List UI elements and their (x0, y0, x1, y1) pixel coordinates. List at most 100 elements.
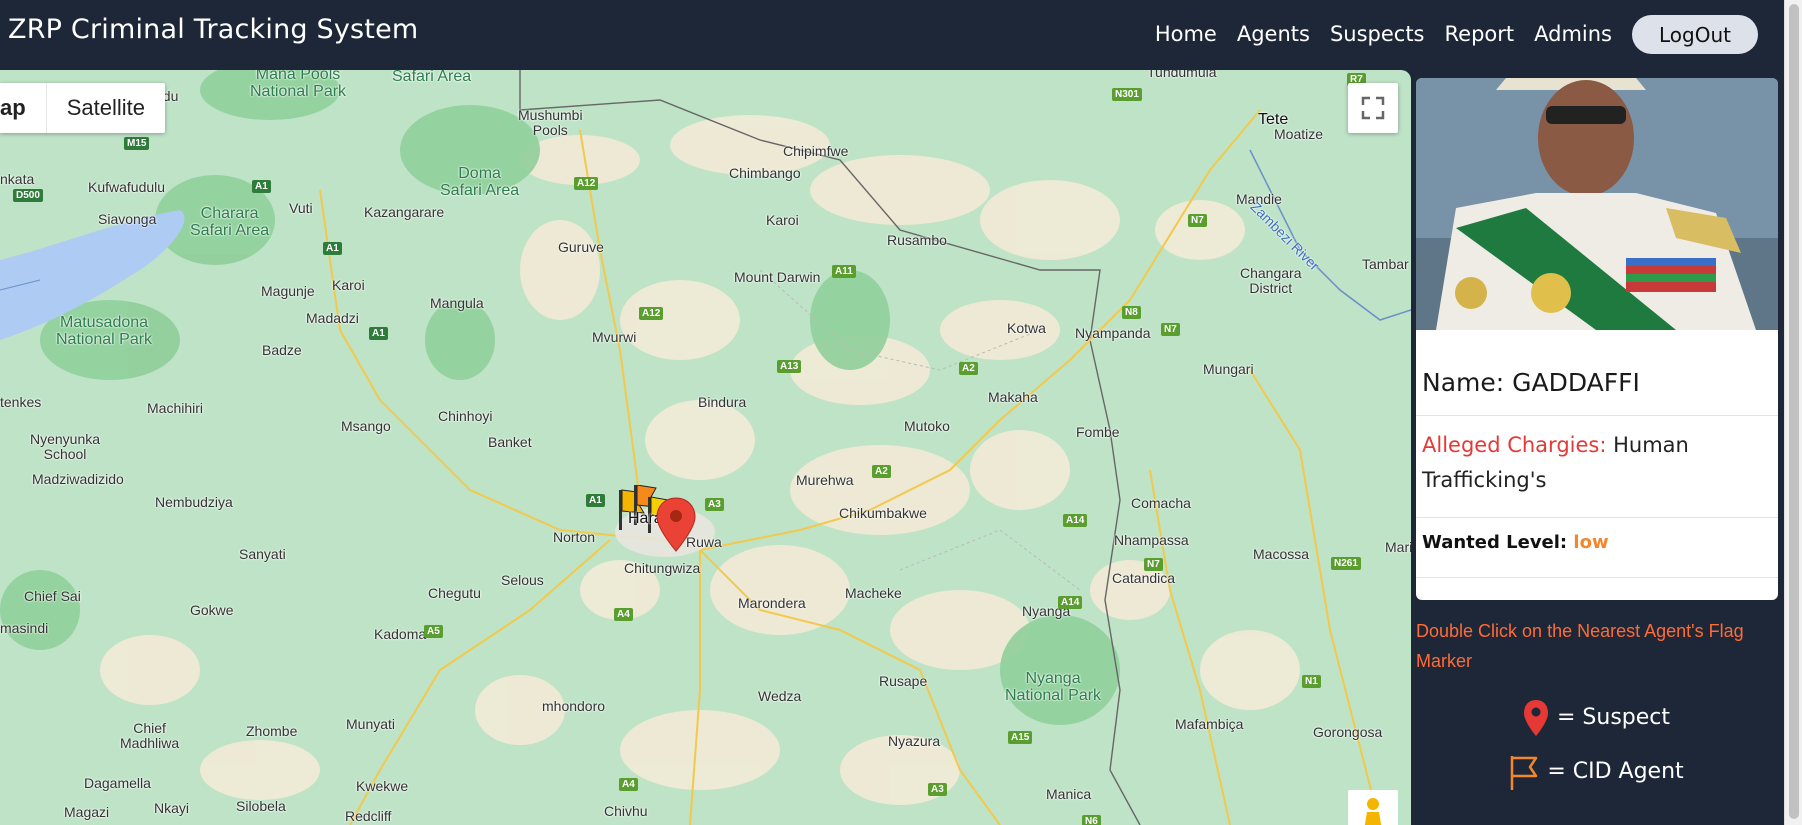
scrollbar-thumb[interactable] (1789, 4, 1799, 819)
map-label: Marondera (738, 595, 806, 611)
map-label: Chitungwiza (624, 560, 701, 576)
suspect-card: Name: GADDAFFI Alleged Chargies: Human T… (1416, 78, 1778, 600)
map-label: Macossa (1253, 546, 1310, 562)
route-shield: N261 (1331, 557, 1361, 570)
map-label: Nyanga National Park (1005, 670, 1102, 704)
map-label: Silobela (236, 798, 286, 814)
suspect-marker[interactable] (654, 496, 698, 556)
route-shield: A15 (1008, 731, 1033, 744)
route-shield: A3 (705, 498, 724, 511)
route-shield: A5 (424, 625, 443, 638)
logout-button[interactable]: LogOut (1632, 15, 1758, 54)
map-label: Munyati (346, 716, 396, 732)
wanted-level-row: Wanted Level: low (1416, 518, 1778, 578)
map-label: Kotwa (1007, 320, 1046, 336)
map[interactable]: Mana Pools National Park Safari Area Tun… (0, 70, 1411, 825)
map-label: Wedza (758, 688, 802, 704)
map-label: nkata (0, 171, 35, 187)
route-shield: A3 (928, 783, 947, 796)
page-scrollbar[interactable] (1784, 0, 1802, 825)
street-view-pegman[interactable] (1348, 790, 1398, 825)
map-label: Nembudziya (155, 494, 233, 510)
route-shield: A2 (959, 362, 978, 375)
map-label: Chipimfwe (783, 143, 849, 159)
nav-link-admins[interactable]: Admins (1534, 22, 1612, 46)
map-label: Vuti (289, 200, 313, 216)
suspect-details: Name: GADDAFFI Alleged Chargies: Human T… (1416, 330, 1778, 578)
legend-agent-label: = CID Agent (1547, 759, 1684, 784)
map-label: Changara District (1240, 265, 1302, 296)
map-label: Tambar (1362, 256, 1409, 272)
fullscreen-button[interactable] (1348, 83, 1398, 133)
route-shield: D500 (13, 189, 43, 202)
nav-link-suspects[interactable]: Suspects (1330, 22, 1425, 46)
pegman-icon (1364, 798, 1382, 825)
map-label: Machihiri (147, 400, 204, 416)
nav-link-report[interactable]: Report (1445, 22, 1515, 46)
map-label: Kadoma (374, 626, 427, 642)
route-shield: A2 (872, 465, 891, 478)
map-label: Nyenyunka School (30, 431, 101, 462)
suspect-name-row: Name: GADDAFFI (1416, 330, 1778, 416)
map-label: Makaha (988, 389, 1038, 405)
route-shield: A4 (619, 778, 638, 791)
fullscreen-icon (1361, 96, 1385, 120)
wanted-label: Wanted Level: (1422, 532, 1568, 553)
map-label: Chinhoyi (438, 408, 493, 424)
map-label: Chief Sai (24, 588, 81, 604)
map-label: Matusadona National Park (56, 314, 153, 348)
map-label: Kazangarare (364, 204, 445, 220)
map-label: Chikumbakwe (839, 505, 927, 521)
route-shield: A4 (614, 608, 633, 621)
route-shield: A1 (323, 242, 342, 255)
map-label: Mangula (430, 295, 484, 311)
map-label: Gokwe (190, 602, 234, 618)
nav-link-agents[interactable]: Agents (1237, 22, 1310, 46)
map-label: Chivhu (604, 803, 648, 819)
route-shield: N7 (1144, 558, 1163, 571)
map-label: Mushumbi Pools (518, 107, 583, 138)
map-type-satellite[interactable]: Satellite (47, 83, 165, 133)
map-label: masindi (0, 620, 49, 636)
route-shield: N7 (1188, 214, 1207, 227)
map-label: Zhombe (246, 723, 298, 739)
map-label: mhondoro (542, 698, 606, 714)
map-label: Badze (262, 342, 302, 358)
legend-suspect-label: = Suspect (1556, 705, 1671, 730)
legend-suspect: = Suspect (1416, 698, 1776, 738)
map-label: Safari Area (392, 70, 472, 85)
map-label: Doma Safari Area (440, 165, 520, 199)
map-label: Nkayi (154, 800, 190, 816)
map-label: Moatize (1274, 126, 1324, 142)
map-label: Kwekwe (356, 778, 409, 794)
map-label: Madziwadizido (32, 471, 124, 487)
map-label: Rusape (879, 673, 928, 689)
route-shield: N1 (1302, 675, 1321, 688)
nav-link-home[interactable]: Home (1155, 22, 1217, 46)
route-shield: A12 (574, 177, 599, 190)
map-label: Tundumula (1147, 70, 1217, 80)
route-shield: N8 (1122, 306, 1141, 319)
map-type-control: ap Satellite (0, 83, 165, 133)
route-shield: A11 (832, 265, 856, 278)
route-shield: A12 (639, 307, 664, 320)
hint-text: Double Click on the Nearest Agent's Flag… (1416, 621, 1744, 671)
map-label: Macheke (845, 585, 902, 601)
nav-links: Home Agents Suspects Report Admins (1155, 22, 1612, 46)
map-label: Chimbango (729, 165, 801, 181)
map-label: Murehwa (796, 472, 854, 488)
map-label: Mvurwi (592, 329, 637, 345)
map-type-map[interactable]: ap (0, 83, 47, 133)
suspect-name: GADDAFFI (1512, 368, 1640, 397)
map-label: Siavonga (98, 211, 157, 227)
map-label: Magazi (64, 804, 110, 820)
route-shield: N301 (1112, 88, 1142, 101)
map-label: Mungari (1203, 361, 1254, 377)
flag-icon (1511, 756, 1538, 790)
map-label: Dagamella (84, 775, 151, 791)
map-terrain (0, 70, 1411, 825)
map-label: Nyampanda (1075, 325, 1151, 341)
map-label: tenkes (0, 394, 42, 410)
route-shield: A13 (777, 360, 802, 373)
route-shield: A14 (1058, 596, 1083, 609)
